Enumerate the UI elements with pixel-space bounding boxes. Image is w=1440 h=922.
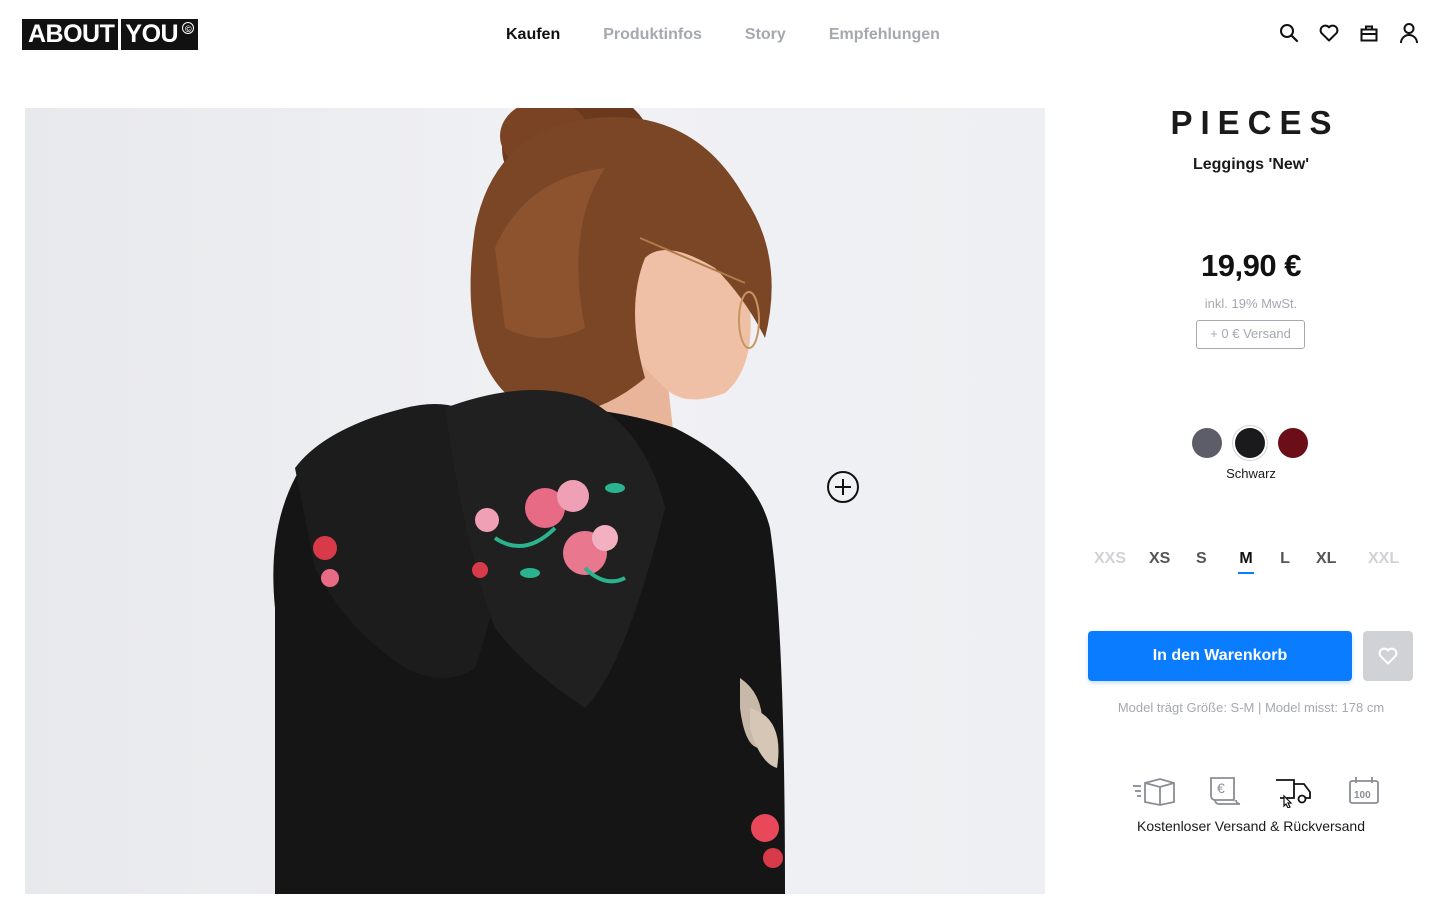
fast-delivery-box-icon[interactable] xyxy=(1132,774,1176,808)
add-to-cart-button[interactable]: In den Warenkorb xyxy=(1088,631,1352,681)
color-swatch-grey[interactable] xyxy=(1192,428,1222,458)
zoom-plus-icon[interactable] xyxy=(826,470,860,504)
wishlist-button[interactable] xyxy=(1363,631,1413,681)
size-option-xxl[interactable]: XXL xyxy=(1368,550,1399,568)
selected-color-label: Schwarz xyxy=(1226,466,1276,481)
service-icons: € 100 xyxy=(1132,774,1386,808)
size-selector: XXS XS S M L XL XXL xyxy=(1094,550,1399,574)
size-option-s[interactable]: S xyxy=(1196,550,1207,568)
svg-text:€: € xyxy=(1217,780,1225,796)
product-image[interactable] xyxy=(25,108,1045,894)
model-photo-illustration xyxy=(273,108,785,894)
logo-registered-mark: © xyxy=(182,22,195,34)
size-option-l[interactable]: L xyxy=(1280,550,1290,568)
heart-icon xyxy=(1378,647,1398,665)
logo-text-you: YOU xyxy=(125,20,179,48)
nav-tab-kaufen[interactable]: Kaufen xyxy=(506,26,560,44)
service-info-label: Kostenloser Versand & Rückversand xyxy=(1136,818,1365,834)
product-price: 19,90 € xyxy=(1201,248,1301,283)
color-swatch-black[interactable] xyxy=(1235,428,1265,458)
vat-info: inkl. 19% MwSt. xyxy=(1204,296,1298,311)
shipping-badge: + 0 € Versand xyxy=(1196,320,1305,349)
about-you-logo[interactable]: ABOUT YOU © xyxy=(22,19,199,50)
size-option-xl[interactable]: XL xyxy=(1316,550,1336,568)
product-details-panel: PIECES Leggings 'New' 19,90 € inkl. 19% … xyxy=(1062,0,1440,922)
invoice-euro-icon[interactable]: € xyxy=(1202,774,1246,808)
return-100-days-icon[interactable]: 100 xyxy=(1342,774,1386,808)
model-size-info: Model trägt Größe: S-M | Model misst: 17… xyxy=(1117,700,1385,715)
size-option-m[interactable]: M xyxy=(1238,550,1254,574)
size-option-xxs[interactable]: XXS xyxy=(1094,550,1126,568)
nav-tab-empfehlungen[interactable]: Empfehlungen xyxy=(829,26,940,44)
brand-name[interactable]: PIECES xyxy=(1062,104,1440,142)
logo-text-about: ABOUT xyxy=(28,20,115,48)
free-shipping-truck-icon[interactable] xyxy=(1272,774,1316,808)
size-option-xs[interactable]: XS xyxy=(1149,550,1170,568)
main-nav: Kaufen Produktinfos Story Empfehlungen xyxy=(506,26,983,44)
color-swatch-burgundy[interactable] xyxy=(1278,428,1308,458)
color-swatches xyxy=(1192,428,1308,458)
nav-tab-produktinfos[interactable]: Produktinfos xyxy=(603,26,702,44)
svg-text:100: 100 xyxy=(1354,790,1371,801)
logo-divider xyxy=(118,19,122,50)
nav-tab-story[interactable]: Story xyxy=(745,26,786,44)
product-name: Leggings 'New' xyxy=(1192,156,1310,173)
